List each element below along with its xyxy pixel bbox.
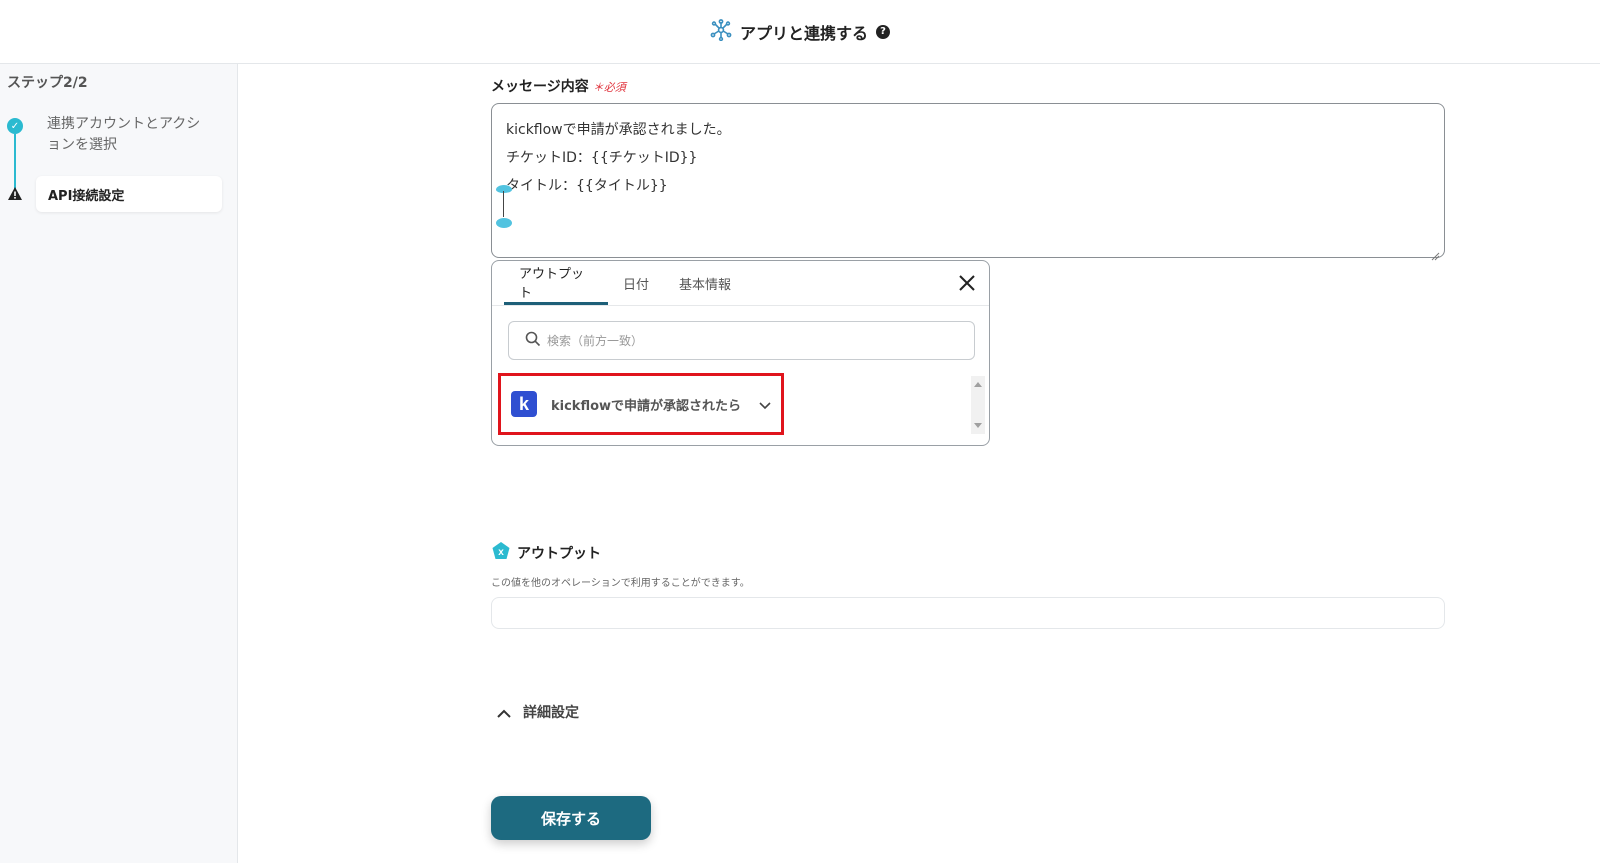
step-item-select-action[interactable]: 連携アカウントとアクションを選択 <box>47 114 212 156</box>
kickflow-logo-icon: k <box>511 391 537 417</box>
step-counter: ステップ2/2 <box>7 75 88 91</box>
output-title: アウトプット <box>517 546 601 562</box>
message-textarea[interactable]: kickflowで申請が承認されました。 チケットID：{{チケットID}} タ… <box>491 103 1445 261</box>
step-sidebar: ステップ2/2 ✓ 連携アカウントとアクションを選択 API接続設定 <box>0 64 238 863</box>
scroll-down-icon[interactable] <box>974 423 982 428</box>
text-cursor-handle-bottom[interactable] <box>496 218 512 228</box>
output-picker-popup: アウトプット 日付 基本情報 検索（前方一致） k kickflowで申請が承認… <box>491 260 990 446</box>
trigger-output-label: kickflowで申請が承認されたら <box>551 398 742 414</box>
output-field[interactable] <box>491 597 1445 629</box>
tab-date[interactable]: 日付 <box>608 261 664 305</box>
variable-badge-letter: x <box>498 547 504 558</box>
popup-tabs: アウトプット 日付 基本情報 <box>504 261 746 305</box>
tab-basic-info[interactable]: 基本情報 <box>664 261 746 305</box>
advanced-settings-label: 詳細設定 <box>523 705 579 721</box>
page-title: アプリと連携する <box>739 23 868 43</box>
search-icon <box>525 331 541 351</box>
save-button[interactable]: 保存する <box>491 796 651 840</box>
chevron-down-icon[interactable] <box>759 395 771 414</box>
step-item-api-settings[interactable]: API接続設定 <box>36 176 222 212</box>
message-line: タイトル：{{タイトル}} <box>506 178 668 194</box>
advanced-settings-toggle[interactable]: 詳細設定 <box>497 702 579 722</box>
check-icon: ✓ <box>7 118 23 134</box>
scroll-up-icon[interactable] <box>974 382 982 387</box>
popup-scrollbar[interactable] <box>971 376 985 434</box>
message-line: kickflowで申請が承認されました。 <box>506 122 731 138</box>
question-circle-icon[interactable]: ? <box>876 24 890 39</box>
warning-icon <box>7 186 23 206</box>
output-section-header: x アウトプット <box>491 541 601 565</box>
tab-output[interactable]: アウトプット <box>504 261 608 305</box>
message-label: メッセージ内容 <box>491 79 589 95</box>
text-cursor-handle-top[interactable] <box>496 185 512 193</box>
text-cursor <box>503 191 504 217</box>
resize-grip-icon[interactable] <box>1430 243 1440 261</box>
tabs-divider <box>492 305 989 306</box>
close-icon[interactable] <box>957 273 977 293</box>
step-connector <box>14 134 16 194</box>
required-badge: ＊必須 <box>592 81 626 94</box>
search-input[interactable]: 検索（前方一致） <box>508 321 975 360</box>
integration-hub-icon <box>710 18 732 45</box>
trigger-output-item[interactable]: k kickflowで申請が承認されたら <box>498 373 784 435</box>
search-placeholder: 検索（前方一致） <box>547 334 644 348</box>
variable-badge-icon: x <box>491 541 511 565</box>
chevron-up-icon <box>497 703 511 722</box>
message-label-row: メッセージ内容 ＊必須 <box>491 76 626 96</box>
output-description: この値を他のオペレーションで利用することができます。 <box>491 578 750 589</box>
message-line: チケットID：{{チケットID}} <box>506 150 698 166</box>
app-header: アプリと連携する ? <box>0 0 1600 64</box>
